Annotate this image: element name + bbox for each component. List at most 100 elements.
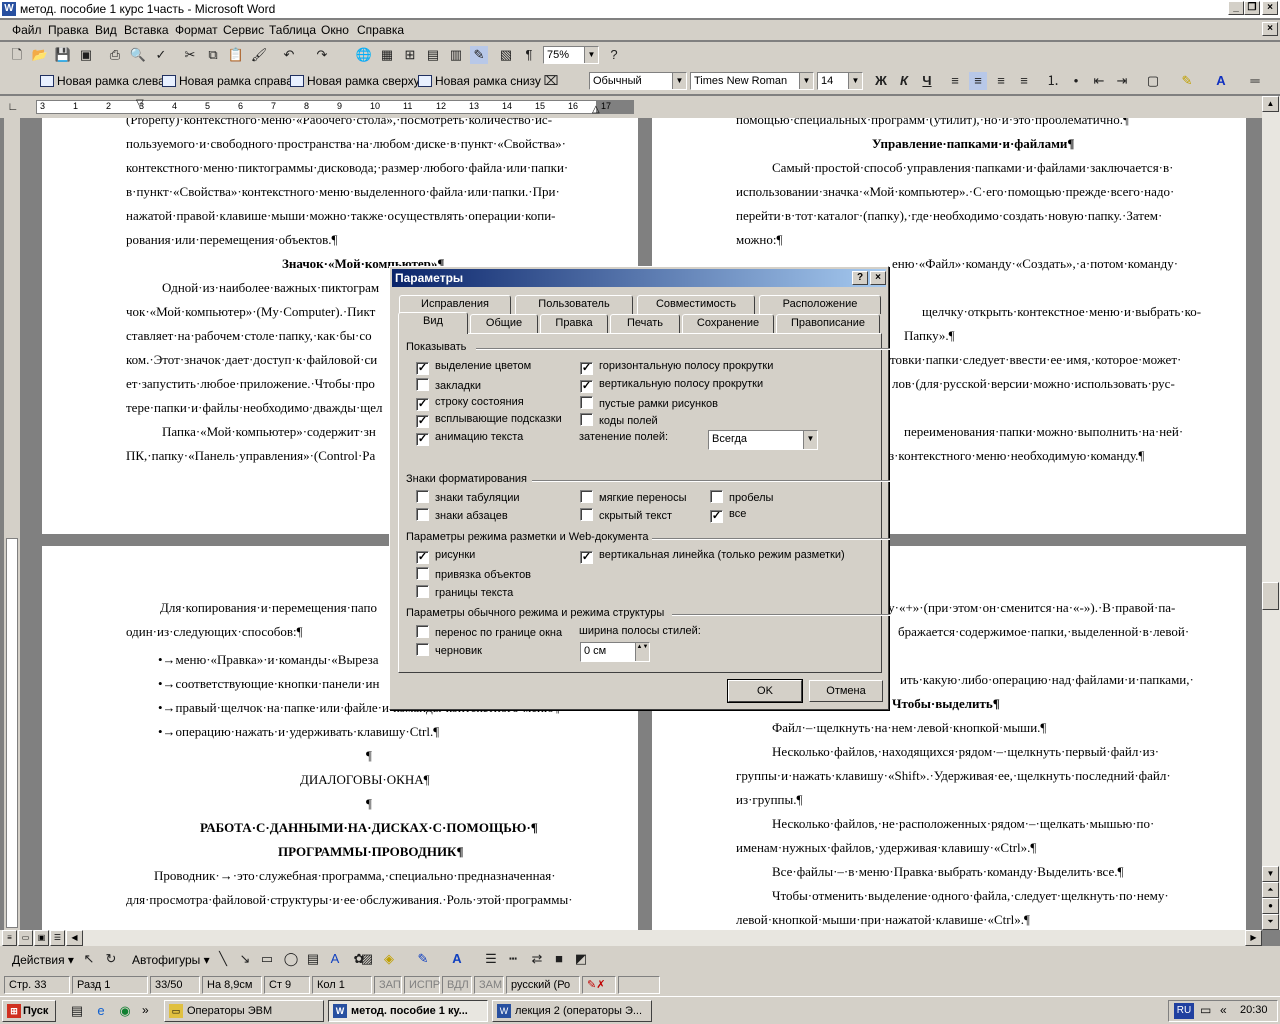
tab-front-6[interactable]: Правописание [776, 314, 880, 333]
close-icon[interactable]: × [1262, 1, 1278, 15]
field-shading-select[interactable]: Всегда ▼ [708, 430, 818, 450]
tab-front-3[interactable]: Правка [540, 314, 608, 333]
web-view-icon[interactable]: ▭ [18, 930, 33, 946]
spinner-icon[interactable]: ▲▼ [635, 643, 649, 661]
paste-icon[interactable]: 📋 [227, 46, 245, 64]
next-page-icon[interactable]: ⏷ [1262, 914, 1279, 930]
checkbox-layout-0[interactable]: ✓ рисунки [416, 549, 475, 564]
style-select[interactable]: Обычный ▼ [589, 72, 687, 90]
checkbox-fmt-5[interactable]: ✓ все [710, 508, 746, 523]
print-preview-icon[interactable]: 🔍 [129, 46, 147, 64]
restore-icon[interactable]: ❐ [1244, 1, 1260, 15]
align-left-icon[interactable]: ≡ [946, 72, 964, 90]
vertical-ruler[interactable] [4, 118, 20, 930]
checkbox-show_left-1[interactable]: закладки [416, 378, 481, 393]
tab-selector-icon[interactable]: ∟ [6, 100, 20, 114]
save-icon[interactable]: 💾 [54, 46, 72, 64]
checkbox-normal-1[interactable]: черновик [416, 643, 482, 658]
vertical-scrollbar[interactable]: ▲ ▼ ⏶ ● ⏷ [1262, 96, 1280, 930]
scroll-up-icon[interactable]: ▲ [1262, 96, 1279, 112]
font-color-draw-icon[interactable]: A [448, 950, 466, 968]
picture-icon[interactable]: ▨ [358, 950, 376, 968]
quicklaunch-outlook-icon[interactable]: ◉ [116, 1002, 134, 1020]
cancel-button[interactable]: Отмена [809, 680, 883, 702]
line-icon[interactable]: ═ [1246, 72, 1264, 90]
outline-view-icon[interactable]: ☰ [50, 930, 65, 946]
scroll-down-icon[interactable]: ▼ [1262, 866, 1279, 882]
columns-icon[interactable]: ▥ [447, 46, 465, 64]
new-document-icon[interactable]: 🗋 [8, 46, 26, 64]
borders-icon[interactable]: ▢ [1144, 72, 1162, 90]
language-indicator[interactable]: RU [1174, 1003, 1194, 1019]
underline-button[interactable]: Ч [918, 72, 936, 90]
insert-table-icon[interactable]: ⊞ [401, 46, 419, 64]
tab-2-back[interactable]: Пользователь [515, 295, 633, 314]
checkbox-box[interactable] [580, 508, 593, 521]
checkbox-show_right-3[interactable]: коды полей [580, 413, 658, 428]
copy-icon[interactable]: ⧉ [204, 46, 222, 64]
checkbox-box[interactable]: ✓ [580, 362, 593, 375]
shadow-icon[interactable]: ■ [550, 950, 568, 968]
cut-icon[interactable]: ✂ [181, 46, 199, 64]
status-ext[interactable]: ВДЛ [442, 976, 472, 994]
insert-excel-icon[interactable]: ▤ [424, 46, 442, 64]
oval-tool-icon[interactable]: ◯ [282, 950, 300, 968]
bullets-icon[interactable]: • [1067, 72, 1085, 90]
highlight-icon[interactable]: ✎ [1178, 72, 1196, 90]
style-width-input[interactable]: 0 см ▲▼ [580, 642, 650, 662]
increase-indent-icon[interactable]: ⇥ [1113, 72, 1131, 90]
select-browse-object-icon[interactable]: ● [1262, 898, 1279, 914]
checkbox-normal-0[interactable]: перенос по границе окна [416, 625, 562, 640]
checkbox-box[interactable] [416, 585, 429, 598]
permission-icon[interactable]: ▣ [77, 46, 95, 64]
checkbox-box[interactable] [416, 643, 429, 656]
quicklaunch-ie-icon[interactable]: e [92, 1002, 110, 1020]
doc-close-icon[interactable]: × [1262, 22, 1278, 36]
start-button[interactable]: ⊞ Пуск [2, 1000, 56, 1022]
tab-4-back[interactable]: Расположение [759, 295, 881, 314]
align-right-icon[interactable]: ≡ [992, 72, 1010, 90]
autoshapes-menu[interactable]: Автофигуры ▾ [132, 953, 210, 967]
normal-view-icon[interactable]: ≡ [2, 930, 17, 946]
line-color-icon[interactable]: ✎ [414, 950, 432, 968]
checkbox-box[interactable]: ✓ [416, 362, 429, 375]
font-select[interactable]: Times New Roman ▼ [690, 72, 814, 90]
scroll-left-icon[interactable]: ◀ [66, 930, 83, 946]
format-painter-icon[interactable]: 🖌 [250, 46, 268, 64]
redo-icon[interactable]: ↷ [313, 46, 331, 64]
minimize-icon[interactable]: _ [1228, 1, 1244, 15]
actions-menu[interactable]: Действия ▾ [12, 953, 74, 967]
hyperlink-icon[interactable]: 🌐 [355, 46, 373, 64]
checkbox-box[interactable]: ✓ [416, 415, 429, 428]
zoom-select[interactable]: 75% ▼ [543, 46, 599, 64]
tray-volume-icon[interactable]: « [1220, 1003, 1227, 1017]
checkbox-show_left-4[interactable]: ✓ анимацию текста [416, 431, 523, 446]
checkbox-show_right-1[interactable]: ✓ вертикальную полосу прокрутки [580, 378, 763, 393]
scroll-thumb[interactable] [1262, 582, 1279, 610]
new-frame-right-button[interactable]: Новая рамка справа [162, 73, 293, 91]
menu-edit[interactable]: Правка [48, 23, 89, 37]
menu-help[interactable]: Справка [357, 23, 404, 37]
checkbox-show_left-2[interactable]: ✓ строку состояния [416, 396, 524, 411]
menu-insert[interactable]: Вставка [124, 23, 169, 37]
horizontal-ruler[interactable]: ∟ 3 1 2 3 4 5 6 7 8 9 10 11 12 13 14 15 16 17 ▽ △ [0, 96, 1280, 118]
checkbox-fmt-0[interactable]: знаки табуляции [416, 490, 520, 505]
status-ovr[interactable]: ЗАМ [474, 976, 504, 994]
rectangle-tool-icon[interactable]: ▭ [258, 950, 276, 968]
checkbox-show_left-3[interactable]: ✓ всплывающие подсказки [416, 413, 562, 428]
previous-page-icon[interactable]: ⏶ [1262, 882, 1279, 898]
menu-tools[interactable]: Сервис [223, 23, 264, 37]
checkbox-box[interactable]: ✓ [580, 551, 593, 564]
checkbox-show_right-0[interactable]: ✓ горизонтальную полосу прокрутки [580, 360, 773, 375]
menu-table[interactable]: Таблица [269, 23, 316, 37]
help-icon[interactable]: ? [605, 46, 623, 64]
numbering-icon[interactable]: ⒈ [1044, 72, 1062, 90]
checkbox-box[interactable]: ✓ [416, 433, 429, 446]
checkbox-box[interactable] [416, 625, 429, 638]
quicklaunch-more-icon[interactable]: » [142, 1003, 149, 1017]
arrow-tool-icon[interactable]: ↘ [236, 950, 254, 968]
quicklaunch-desktop-icon[interactable]: ▤ [68, 1002, 86, 1020]
checkbox-fmt-4[interactable]: пробелы [710, 490, 773, 505]
italic-button[interactable]: К [895, 72, 913, 90]
align-center-icon[interactable]: ≡ [969, 72, 987, 90]
